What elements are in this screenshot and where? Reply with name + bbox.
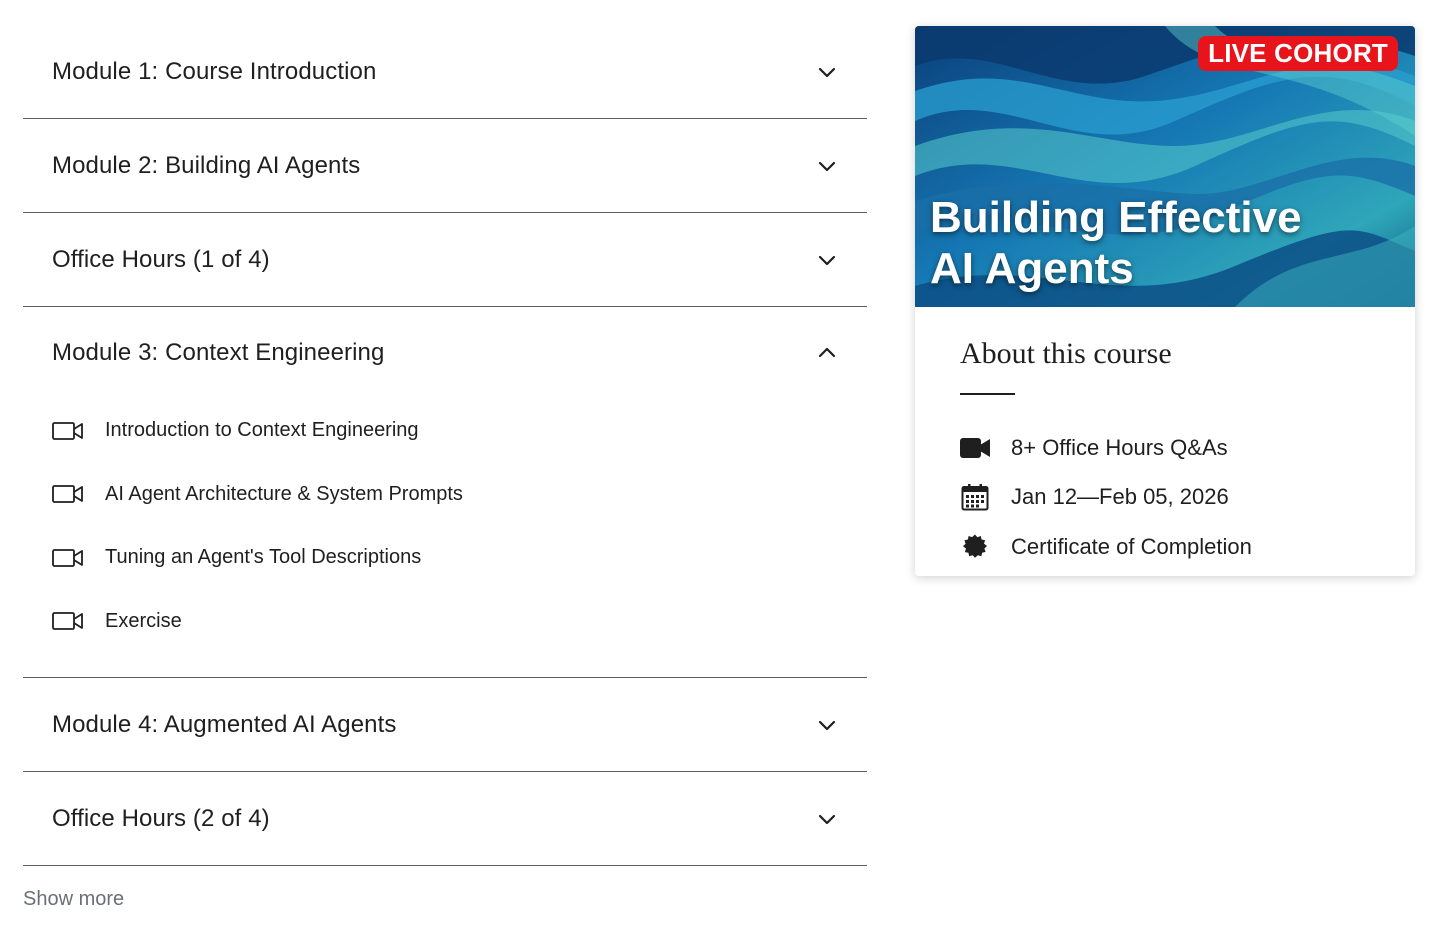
- banner-title-line: Building Effective: [930, 193, 1302, 242]
- module-item: Office Hours (2 of 4): [23, 772, 867, 866]
- module-title: Office Hours (1 of 4): [52, 245, 270, 273]
- certificate-badge-icon: [960, 532, 990, 562]
- calendar-icon: [960, 482, 990, 512]
- module-title: Module 1: Course Introduction: [52, 57, 377, 85]
- video-icon: [52, 612, 84, 631]
- course-card: LIVE COHORT Building Effective AI Agents…: [915, 26, 1415, 576]
- office-hours-2-header[interactable]: Office Hours (2 of 4): [23, 772, 867, 865]
- lesson-item[interactable]: Introduction to Context Engineering: [52, 399, 867, 463]
- about-section: About this course 8+ Office Hours Q&As J…: [915, 307, 1415, 572]
- course-banner-title: Building Effective AI Agents: [930, 192, 1400, 294]
- feature-certificate: Certificate of Completion: [960, 522, 1370, 572]
- feature-label: Certificate of Completion: [1011, 533, 1252, 559]
- chevron-down-icon[interactable]: [817, 62, 837, 82]
- chevron-down-icon[interactable]: [817, 156, 837, 176]
- lesson-list: Introduction to Context Engineering AI A…: [23, 399, 867, 677]
- lesson-label: Tuning an Agent's Tool Descriptions: [105, 546, 422, 569]
- module-item: Office Hours (1 of 4): [23, 213, 867, 307]
- module-item: Module 4: Augmented AI Agents: [23, 678, 867, 772]
- about-heading: About this course: [960, 337, 1172, 370]
- lesson-label: Introduction to Context Engineering: [105, 419, 419, 442]
- lesson-label: Exercise: [105, 609, 182, 632]
- chevron-down-icon[interactable]: [817, 809, 837, 829]
- video-icon: [52, 485, 84, 504]
- feature-label: 8+ Office Hours Q&As: [1011, 434, 1228, 460]
- feature-dates: Jan 12—Feb 05, 2026: [960, 473, 1370, 523]
- course-curriculum-accordion: Module 1: Course Introduction Module 2: …: [23, 25, 867, 866]
- module-item: Module 2: Building AI Agents: [23, 119, 867, 213]
- video-icon: [52, 421, 84, 440]
- chevron-down-icon[interactable]: [817, 715, 837, 735]
- module-title: Office Hours (2 of 4): [52, 804, 270, 832]
- feature-office-hours: 8+ Office Hours Q&As: [960, 423, 1370, 473]
- module-2-header[interactable]: Module 2: Building AI Agents: [23, 119, 867, 212]
- show-more-button[interactable]: Show more: [23, 888, 124, 911]
- module-4-header[interactable]: Module 4: Augmented AI Agents: [23, 678, 867, 771]
- banner-title-line: AI Agents: [930, 244, 1134, 293]
- video-icon: [52, 548, 84, 567]
- lesson-item[interactable]: Exercise: [52, 590, 867, 654]
- module-item: Module 1: Course Introduction: [23, 25, 867, 119]
- lesson-item[interactable]: AI Agent Architecture & System Prompts: [52, 463, 867, 527]
- module-title: Module 2: Building AI Agents: [52, 151, 361, 179]
- lesson-label: AI Agent Architecture & System Prompts: [105, 482, 463, 505]
- module-item-expanded: Module 3: Context Engineering Introducti…: [23, 307, 867, 678]
- chevron-up-icon[interactable]: [817, 343, 837, 363]
- feature-label: Jan 12—Feb 05, 2026: [1011, 484, 1229, 510]
- live-cohort-badge: LIVE COHORT: [1198, 36, 1398, 71]
- module-3-header[interactable]: Module 3: Context Engineering: [23, 307, 867, 399]
- office-hours-1-header[interactable]: Office Hours (1 of 4): [23, 213, 867, 306]
- module-title: Module 4: Augmented AI Agents: [52, 710, 397, 738]
- lesson-item[interactable]: Tuning an Agent's Tool Descriptions: [52, 526, 867, 590]
- module-title: Module 3: Context Engineering: [52, 339, 385, 366]
- chevron-down-icon[interactable]: [817, 250, 837, 270]
- module-1-header[interactable]: Module 1: Course Introduction: [23, 25, 867, 118]
- heading-underline: [960, 393, 1015, 395]
- course-banner-image: LIVE COHORT Building Effective AI Agents: [915, 26, 1415, 307]
- video-camera-icon: [960, 433, 990, 463]
